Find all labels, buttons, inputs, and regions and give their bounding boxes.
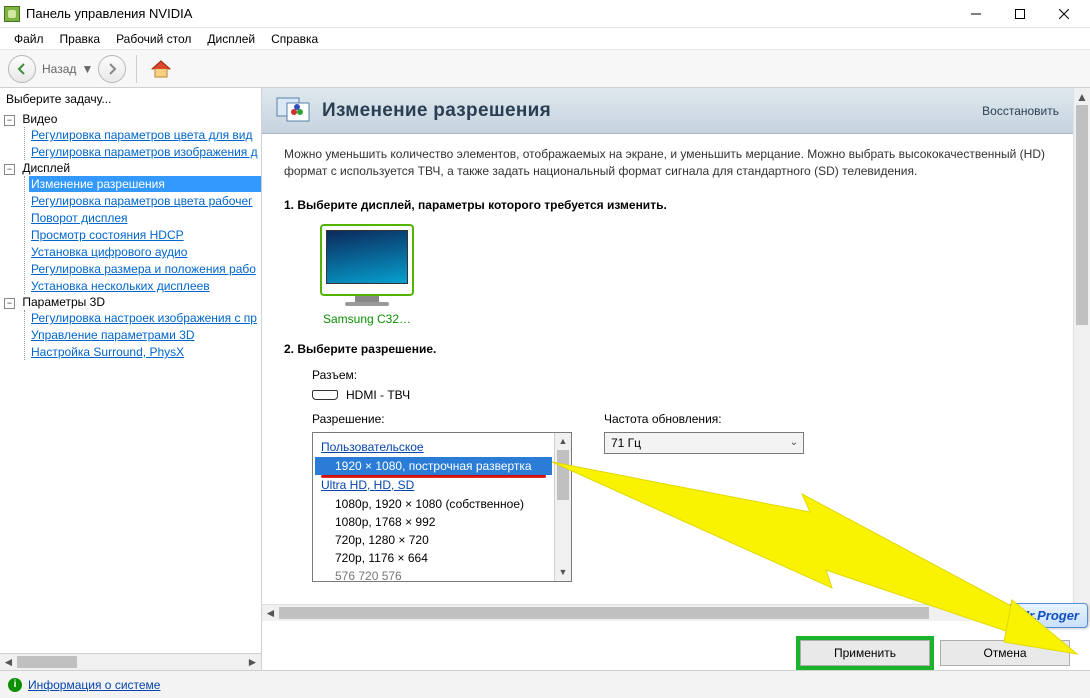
scroll-up-button[interactable]: ▲ [1074,88,1090,105]
scroll-track[interactable] [77,654,244,670]
tree-category-label[interactable]: Параметры 3D [22,295,105,309]
back-label: Назад [42,62,76,76]
cancel-button[interactable]: Отмена [940,640,1070,666]
toolbar-separator [136,55,137,83]
tree-item[interactable]: Установка нескольких дисплеев [29,278,261,294]
tree-item[interactable]: Просмотр состояния HDCP [29,227,261,243]
content-pane: Изменение разрешения Восстановить Можно … [262,88,1090,670]
restore-defaults-link[interactable]: Восстановить [982,104,1059,118]
scroll-thumb[interactable] [17,656,77,668]
tree-item-change-resolution[interactable]: Изменение разрешения [29,176,261,192]
resolution-label: Разрешение: [312,412,572,426]
tree-item[interactable]: Регулировка параметров цвета для вид [29,127,261,143]
home-icon [149,57,173,81]
tree-item[interactable]: Установка цифрового аудио [29,244,261,260]
status-bar: i Информация о системе [0,670,1090,698]
tree-item[interactable]: Регулировка размера и положения рабо [29,261,261,277]
menu-edit[interactable]: Правка [52,30,109,48]
step1-title: 1. Выберите дисплей, параметры которого … [284,198,1051,212]
scroll-thumb[interactable] [1076,105,1088,325]
step2-title: 2. Выберите разрешение. [284,342,1051,356]
listbox-item[interactable]: 1080p, 1920 × 1080 (собственное) [315,495,552,513]
scroll-left-button[interactable]: ◄ [0,654,17,670]
close-button[interactable] [1042,0,1086,28]
maximize-button[interactable] [998,0,1042,28]
annotation-underline [321,475,546,478]
scroll-right-button[interactable]: ► [244,654,261,670]
sidebar: Выберите задачу... − Видео Регулировка п… [0,88,262,670]
minimize-button[interactable] [954,0,998,28]
tree-category-label[interactable]: Дисплей [22,161,70,175]
back-button[interactable] [8,55,36,83]
sidebar-prompt: Выберите задачу... [0,88,261,110]
tree-item[interactable]: Управление параметрами 3D [29,327,261,343]
tree-item[interactable]: Регулировка параметров цвета рабочег [29,193,261,209]
tree-item[interactable]: Настройка Surround, PhysX [29,344,261,360]
menu-display[interactable]: Дисплей [199,30,263,48]
listbox-item-selected[interactable]: 1920 × 1080, построчная развертка [315,457,552,475]
toolbar: Назад ▼ [0,50,1090,88]
listbox-item[interactable]: 720p, 1280 × 720 [315,531,552,549]
menu-file[interactable]: Файл [6,30,52,48]
scroll-thumb[interactable] [557,450,569,500]
arrow-right-icon [105,62,119,76]
scroll-track[interactable] [1074,325,1090,605]
listbox-item[interactable]: 576 720 576 [315,567,552,581]
task-tree[interactable]: − Видео Регулировка параметров цвета для… [0,110,261,653]
window-title: Панель управления NVIDIA [26,6,954,21]
scroll-left-button[interactable]: ◄ [262,605,279,621]
info-icon: i [8,678,22,692]
listbox-item[interactable]: 720p, 1176 × 664 [315,549,552,567]
menu-bar: Файл Правка Рабочий стол Дисплей Справка [0,28,1090,50]
home-button[interactable] [147,55,175,83]
resolution-icon [276,95,312,127]
scroll-track[interactable] [555,500,571,564]
page-description: Можно уменьшить количество элементов, от… [284,146,1051,180]
hdmi-icon [312,390,338,400]
back-dropdown[interactable]: ▼ [82,64,92,74]
tree-toggle[interactable]: − [4,115,15,126]
connector-value: HDMI - ТВЧ [346,388,410,402]
menu-desktop[interactable]: Рабочий стол [108,30,199,48]
listbox-group: Пользовательское [315,437,552,457]
tree-toggle[interactable]: − [4,298,15,309]
scroll-up-button[interactable]: ▲ [555,433,571,450]
scroll-down-button[interactable]: ▼ [555,564,571,581]
page-title: Изменение разрешения [322,100,982,122]
title-bar: Панель управления NVIDIA [0,0,1090,28]
refresh-rate-dropdown[interactable]: 71 Гц ⌄ [604,432,804,454]
content-horizontal-scrollbar[interactable]: ◄ ► [262,604,1090,621]
monitor-icon [320,224,414,296]
sidebar-horizontal-scrollbar[interactable]: ◄ ► [0,653,261,670]
arrow-left-icon [15,62,29,76]
connector-label: Разъем: [312,368,1051,382]
refresh-rate-value: 71 Гц [605,436,785,450]
menu-help[interactable]: Справка [263,30,326,48]
apply-button[interactable]: Применить [800,640,930,666]
watermark-badge: Mr.Proger [1009,603,1088,628]
nvidia-app-icon [4,6,20,22]
listbox-scrollbar[interactable]: ▲ ▼ [554,433,571,581]
listbox-item[interactable]: 1080p, 1768 × 992 [315,513,552,531]
display-label: Samsung C32… [312,312,422,326]
display-tile[interactable]: Samsung C32… [312,224,422,326]
tree-item[interactable]: Регулировка настроек изображения с пр [29,310,261,326]
system-info-link[interactable]: Информация о системе [28,678,160,692]
tree-category-label[interactable]: Видео [22,112,57,126]
listbox-group: Ultra HD, HD, SD [315,475,552,495]
content-vertical-scrollbar[interactable]: ▲ ▼ [1073,88,1090,622]
resolution-listbox[interactable]: Пользовательское 1920 × 1080, построчная… [312,432,572,582]
refresh-label: Частота обновления: [604,412,804,426]
tree-item[interactable]: Регулировка параметров изображения д [29,144,261,160]
tree-toggle[interactable]: − [4,164,15,175]
forward-button[interactable] [98,55,126,83]
scroll-thumb[interactable] [279,607,929,619]
page-header: Изменение разрешения Восстановить [262,88,1073,134]
tree-item[interactable]: Поворот дисплея [29,210,261,226]
chevron-down-icon: ⌄ [785,437,803,448]
